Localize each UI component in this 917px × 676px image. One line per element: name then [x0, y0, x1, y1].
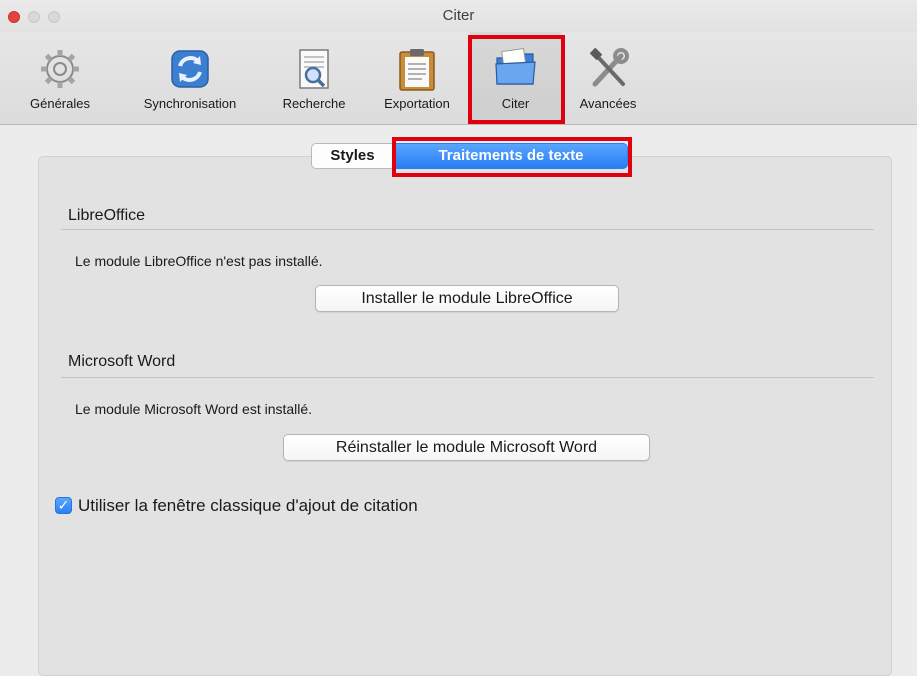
- install-libreoffice-button[interactable]: Installer le module LibreOffice: [315, 285, 619, 312]
- toolbar-item-recherche[interactable]: Recherche: [260, 32, 368, 124]
- libreoffice-status: Le module LibreOffice n'est pas installé…: [75, 253, 323, 269]
- search-document-icon: [299, 49, 329, 89]
- tools-icon: [590, 48, 629, 87]
- tab-traitements-de-texte[interactable]: Traitements de texte: [394, 143, 628, 169]
- word-section-title: Microsoft Word: [68, 353, 176, 370]
- libreoffice-section-title: LibreOffice: [68, 207, 146, 224]
- toolbar-item-avancees[interactable]: Avancées: [561, 32, 655, 124]
- toolbar-label: Exportation: [384, 96, 450, 111]
- sync-icon: [171, 50, 209, 88]
- preferences-toolbar: Générales Synchronisation Recherche Expo…: [0, 32, 917, 125]
- toolbar-item-generales[interactable]: Générales: [0, 32, 120, 124]
- toolbar-label: Citer: [501, 96, 530, 111]
- toolbar-label: Avancées: [579, 96, 637, 111]
- clipboard-icon: [399, 49, 435, 91]
- preferences-content: Styles Traitements de texte LibreOffice …: [0, 125, 917, 676]
- toolbar-label: Recherche: [282, 96, 346, 111]
- folder-icon: [494, 48, 536, 85]
- toolbar-item-citer[interactable]: Citer: [470, 32, 561, 124]
- tab-styles[interactable]: Styles: [311, 143, 394, 169]
- classic-window-checkbox[interactable]: ✓: [55, 497, 72, 514]
- word-status: Le module Microsoft Word est installé.: [75, 401, 313, 417]
- toolbar-label: Synchronisation: [143, 96, 237, 111]
- classic-window-label: Utiliser la fenêtre classique d'ajout de…: [78, 496, 418, 515]
- toolbar-item-exportation[interactable]: Exportation: [368, 32, 466, 124]
- window-title: Citer: [442, 7, 475, 24]
- divider: [61, 377, 874, 378]
- toolbar-label: Générales: [30, 96, 90, 111]
- title-bar: Citer: [0, 0, 917, 32]
- gear-icon: [41, 50, 79, 88]
- divider: [61, 229, 874, 230]
- reinstall-word-button[interactable]: Réinstaller le module Microsoft Word: [283, 434, 650, 461]
- toolbar-item-synchronisation[interactable]: Synchronisation: [120, 32, 260, 124]
